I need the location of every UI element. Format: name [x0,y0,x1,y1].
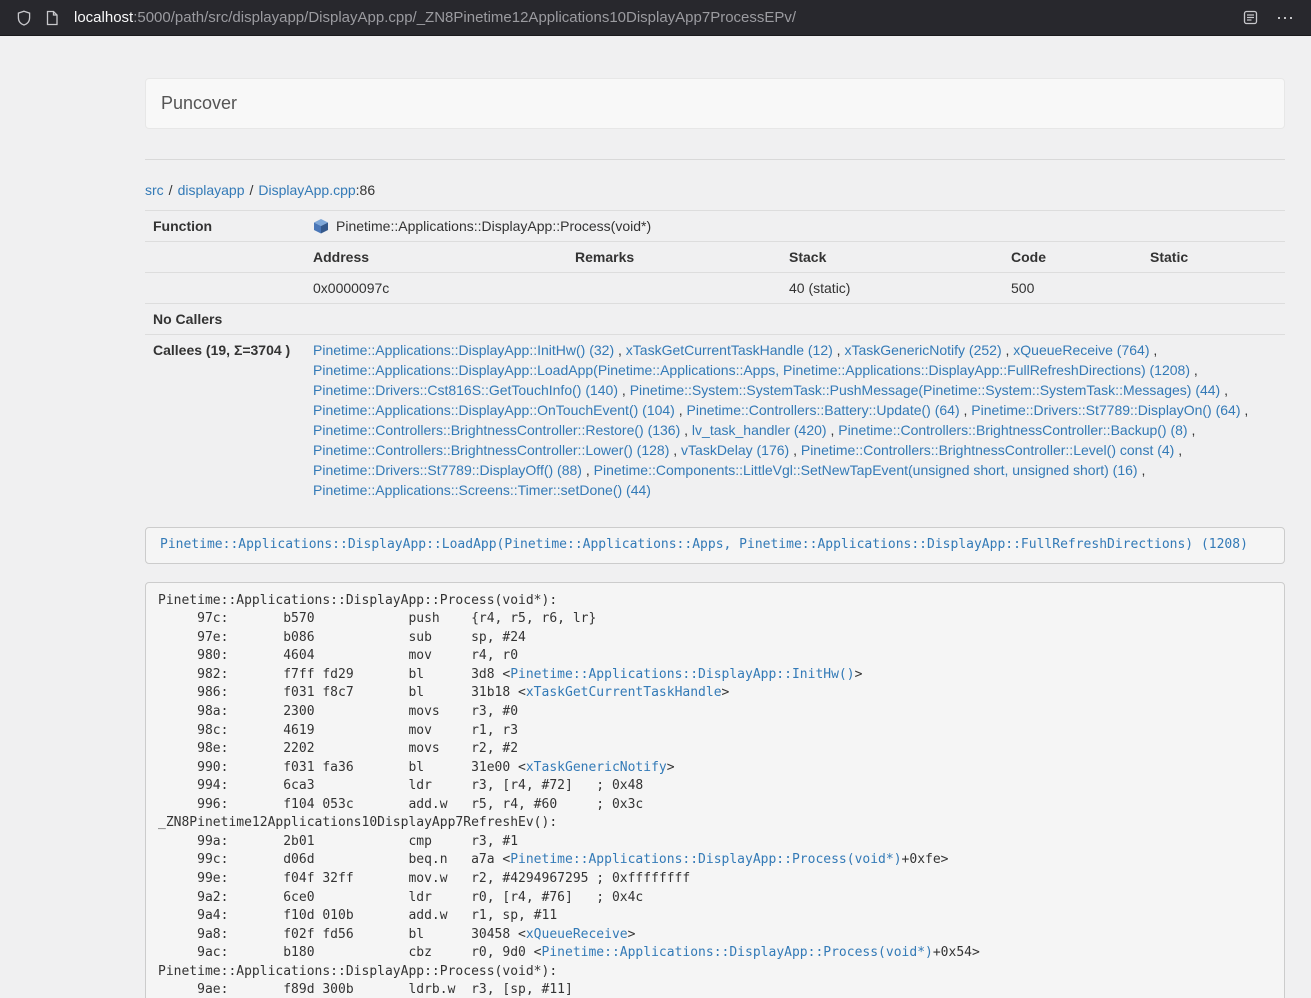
url-host: localhost [74,9,133,26]
no-callers-label: No Callers [145,304,305,335]
breadcrumb-separator: / [250,182,254,198]
function-name: Pinetime::Applications::DisplayApp::Proc… [336,218,651,234]
value-static [1142,273,1285,304]
callee-link[interactable]: xTaskGenericNotify (252) [844,342,1001,358]
page-container: Puncover src/displayapp/DisplayApp.cpp:8… [145,78,1285,998]
breadcrumb-line-number: :86 [356,182,375,198]
breadcrumb-link-src[interactable]: src [145,182,164,198]
column-header-static: Static [1142,242,1285,273]
table-row-values: 0x0000097c 40 (static) 500 [145,273,1285,304]
assembly-symbol-link[interactable]: Pinetime::Applications::DisplayApp::Proc… [542,945,933,960]
table-row-column-headers: Address Remarks Stack Code Static [145,242,1285,273]
navbar: Puncover [145,78,1285,129]
browser-chrome: localhost:5000/path/src/displayapp/Displ… [0,0,1311,36]
callee-link[interactable]: Pinetime::Components::LittleVgl::SetNewT… [594,462,1138,478]
shield-icon[interactable] [10,4,38,32]
highlighted-symbol-box: Pinetime::Applications::DisplayApp::Load… [145,527,1285,564]
callee-link[interactable]: xTaskGetCurrentTaskHandle (12) [626,342,833,358]
callee-link[interactable]: Pinetime::Controllers::BrightnessControl… [313,442,669,458]
breadcrumb-link-file[interactable]: DisplayApp.cpp [258,182,355,198]
url-path: :5000/path/src/displayapp/DisplayApp.cpp… [133,9,796,26]
assembly-symbol-link[interactable]: xTaskGenericNotify [526,760,667,775]
callee-link[interactable]: Pinetime::Applications::DisplayApp::Init… [313,342,614,358]
column-header-code: Code [1003,242,1142,273]
divider [145,159,1285,160]
callee-link[interactable]: Pinetime::Drivers::Cst816S::GetTouchInfo… [313,382,618,398]
breadcrumb-separator: / [169,182,173,198]
empty-cell [305,304,1285,335]
callee-link[interactable]: Pinetime::Drivers::St7789::DisplayOn() (… [971,402,1240,418]
highlighted-symbol-link[interactable]: Pinetime::Applications::DisplayApp::Load… [160,537,1248,552]
function-table: Function Pinetime::Applications::Display… [145,210,1285,505]
assembly-symbol-link[interactable]: xTaskGetCurrentTaskHandle [526,685,722,700]
table-row-function: Function Pinetime::Applications::Display… [145,211,1285,242]
value-remarks [567,273,781,304]
assembly-symbol-link[interactable]: Pinetime::Applications::DisplayApp::Init… [510,667,854,682]
brand-link[interactable]: Puncover [161,93,237,114]
assembly-code: Pinetime::Applications::DisplayApp::Proc… [145,582,1285,998]
callee-link[interactable]: Pinetime::Applications::Screens::Timer::… [313,482,651,498]
breadcrumb-link-displayapp[interactable]: displayapp [178,182,245,198]
value-address: 0x0000097c [305,273,567,304]
callee-link[interactable]: lv_task_handler (420) [692,422,827,438]
column-header-address: Address [305,242,567,273]
callee-link[interactable]: Pinetime::Controllers::BrightnessControl… [313,422,680,438]
column-header-remarks: Remarks [567,242,781,273]
value-code: 500 [1003,273,1142,304]
callee-link[interactable]: vTaskDelay (176) [681,442,789,458]
callee-link[interactable]: Pinetime::Applications::DisplayApp::Load… [313,362,1190,378]
function-type-icon [313,218,329,234]
callees-cell: Pinetime::Applications::DisplayApp::Init… [305,335,1285,506]
reader-view-icon[interactable] [1236,4,1264,32]
empty-cell [145,242,305,273]
table-row-no-callers: No Callers [145,304,1285,335]
value-stack: 40 (static) [781,273,1003,304]
breadcrumb: src/displayapp/DisplayApp.cpp:86 [145,182,1285,198]
callee-link[interactable]: Pinetime::Controllers::Battery::Update()… [687,402,960,418]
overflow-menu-icon[interactable]: ⋯ [1276,9,1295,27]
callee-link[interactable]: Pinetime::Controllers::BrightnessControl… [801,442,1174,458]
callee-link[interactable]: xQueueReceive (764) [1013,342,1149,358]
assembly-symbol-link[interactable]: xQueueReceive [526,927,628,942]
assembly-symbol-link[interactable]: Pinetime::Applications::DisplayApp::Proc… [510,852,901,867]
table-row-callees: Callees (19, Σ=3704 ) Pinetime::Applicat… [145,335,1285,506]
page-info-icon[interactable] [38,4,66,32]
callee-link[interactable]: Pinetime::System::SystemTask::PushMessag… [630,382,1221,398]
callees-label: Callees (19, Σ=3704 ) [145,335,305,506]
callee-link[interactable]: Pinetime::Controllers::BrightnessControl… [838,422,1187,438]
callee-link[interactable]: Pinetime::Applications::DisplayApp::OnTo… [313,402,675,418]
empty-cell [145,273,305,304]
function-row-label: Function [145,211,305,242]
url-bar[interactable]: localhost:5000/path/src/displayapp/Displ… [74,9,1236,26]
callee-link[interactable]: Pinetime::Drivers::St7789::DisplayOff() … [313,462,582,478]
column-header-stack: Stack [781,242,1003,273]
